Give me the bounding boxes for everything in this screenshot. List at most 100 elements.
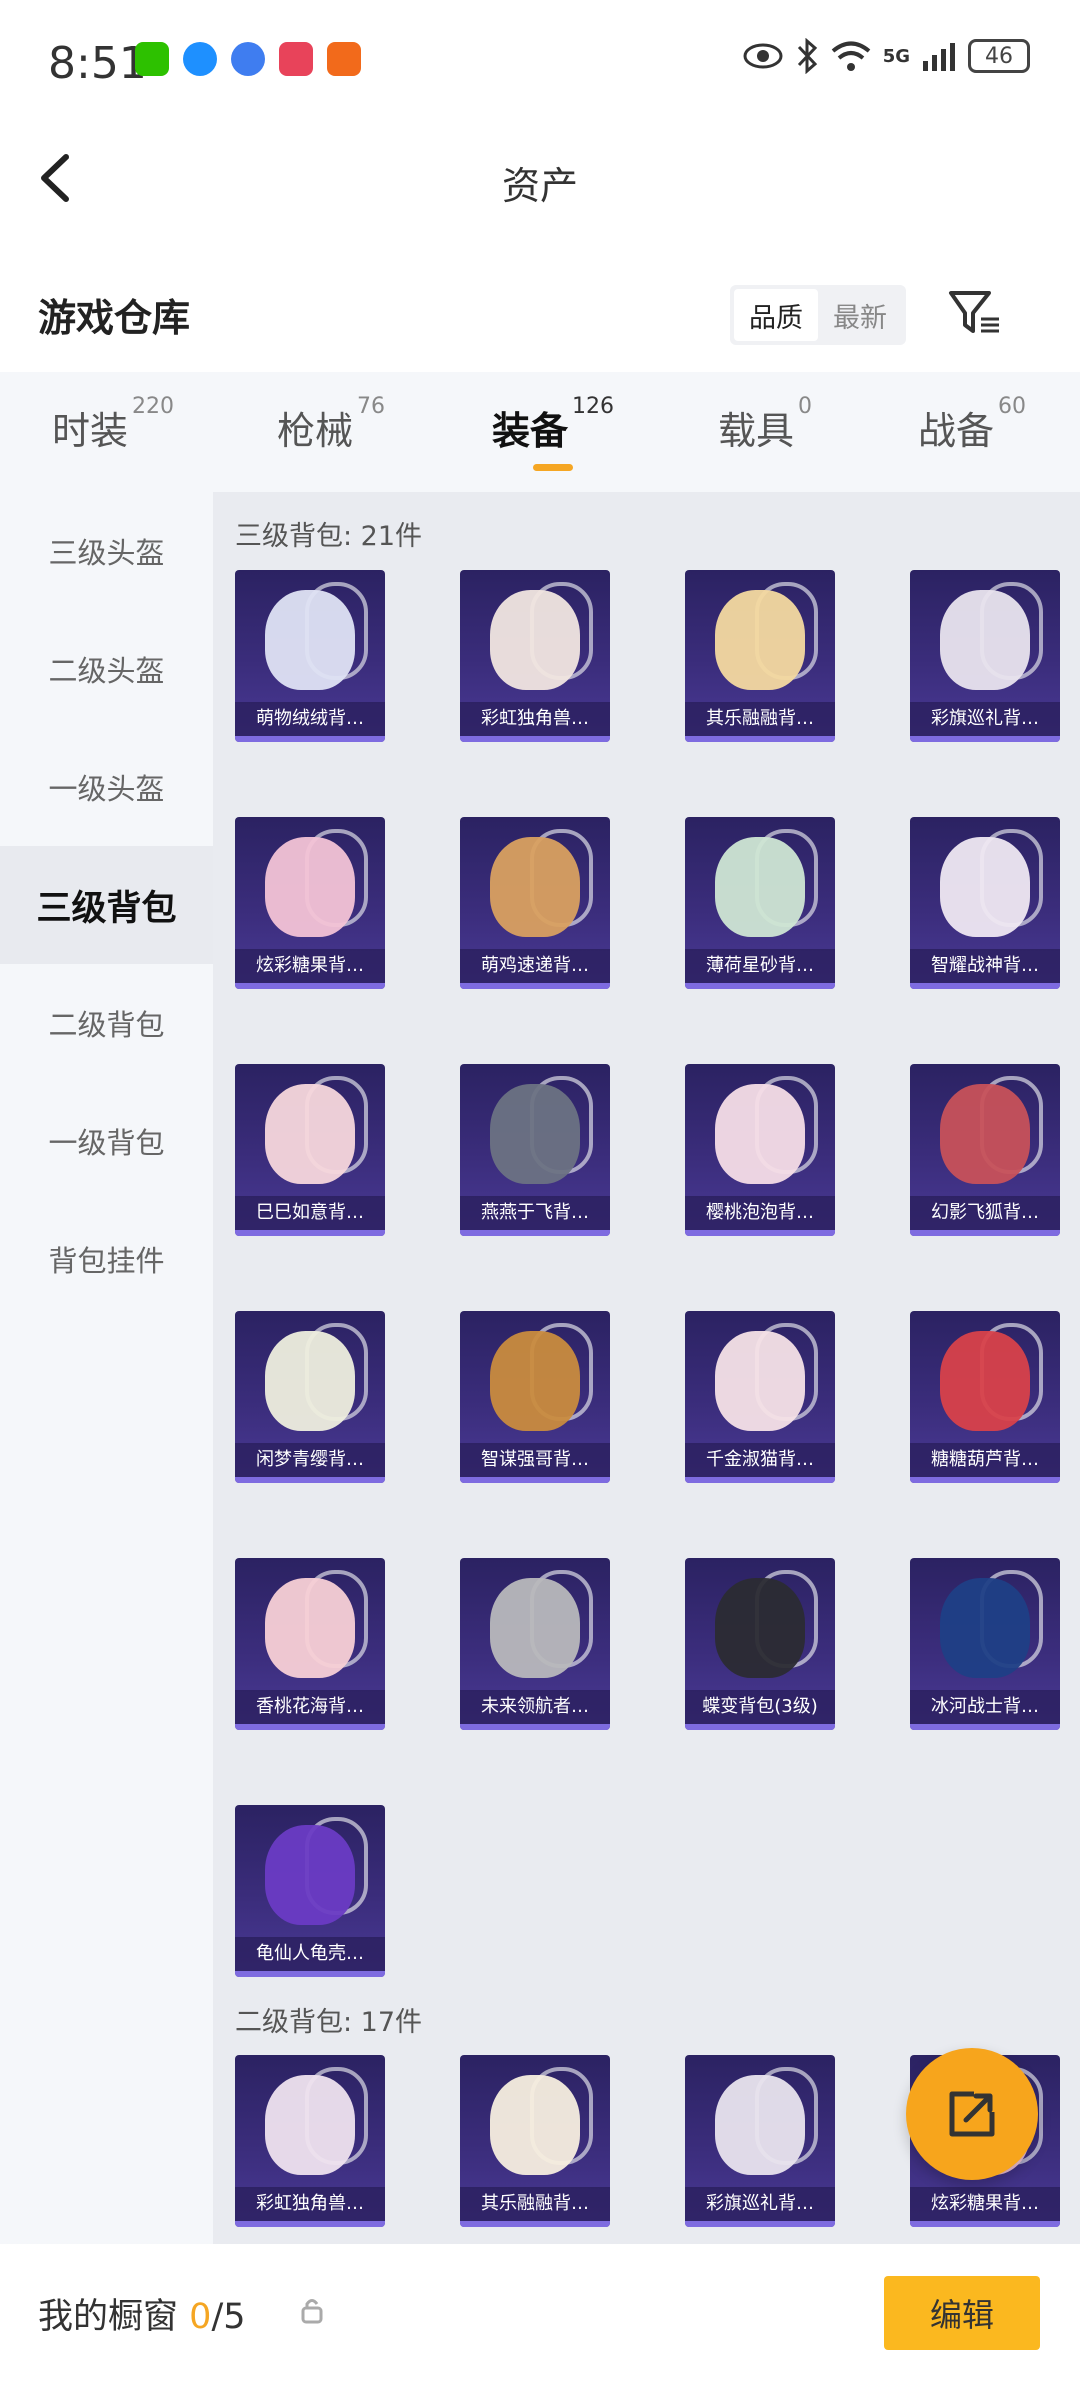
item-card[interactable]: 未来领航者…	[460, 1558, 610, 1730]
backpack-thumbnail	[265, 1825, 355, 1925]
browser-icon	[183, 42, 217, 76]
item-card[interactable]: 炫彩糖果背…	[235, 817, 385, 989]
rarity-bar	[910, 1230, 1060, 1236]
item-card[interactable]: 蝶变背包(3级)	[685, 1558, 835, 1730]
eye-icon	[743, 43, 783, 69]
battery-indicator: 46	[968, 39, 1030, 73]
group-label-backpack-2: 二级背包: 17件	[235, 2007, 423, 2038]
item-card[interactable]: 其乐融融背…	[460, 2055, 610, 2227]
signal-icon	[923, 43, 955, 71]
music-icon	[231, 42, 265, 76]
rarity-bar	[235, 2221, 385, 2227]
item-card[interactable]: 智谋强哥背…	[460, 1311, 610, 1483]
sidebar-item-helmet-1[interactable]: 一级头盔	[0, 728, 213, 846]
external-link-icon	[949, 2091, 995, 2137]
tab-equipment[interactable]: 装备126	[492, 394, 614, 455]
filter-button[interactable]	[945, 283, 1005, 343]
backpack-thumbnail	[265, 590, 355, 690]
item-card-name: 炫彩糖果背…	[910, 2187, 1060, 2221]
rarity-bar	[460, 1724, 610, 1730]
section-header: 游戏仓库 品质 最新	[0, 265, 1080, 365]
rarity-bar	[910, 983, 1060, 989]
tab-supplies[interactable]: 战备60	[918, 394, 1026, 455]
sidebar-item-backpack-3[interactable]: 三级背包	[0, 846, 213, 964]
backpack-thumbnail	[490, 1578, 580, 1678]
item-card[interactable]: 幻影飞狐背…	[910, 1064, 1060, 1236]
item-card-name: 冰河战士背…	[910, 1690, 1060, 1724]
rarity-bar	[910, 2221, 1060, 2227]
item-card[interactable]: 智耀战神背…	[910, 817, 1060, 989]
rarity-bar	[460, 1230, 610, 1236]
item-card[interactable]: 萌鸡速递背…	[460, 817, 610, 989]
tab-label: 时装	[52, 409, 129, 453]
page-title: 资产	[501, 164, 578, 208]
item-card[interactable]: 龟仙人龟壳…	[235, 1805, 385, 1977]
item-card[interactable]: 巳巳如意背…	[235, 1064, 385, 1236]
showcase-current-count: 0	[189, 2297, 212, 2337]
backpack-thumbnail	[490, 1084, 580, 1184]
rarity-bar	[460, 736, 610, 742]
tab-label: 战备	[918, 409, 995, 453]
item-card[interactable]: 香桃花海背…	[235, 1558, 385, 1730]
backpack-thumbnail	[715, 1084, 805, 1184]
item-card[interactable]: 闲梦青缨背…	[235, 1311, 385, 1483]
item-card-name: 炫彩糖果背…	[235, 949, 385, 983]
rarity-bar	[460, 1477, 610, 1483]
backpack-thumbnail	[265, 1084, 355, 1184]
item-card[interactable]: 彩旗巡礼背…	[910, 570, 1060, 742]
item-grid: 三级背包: 21件 二级背包: 17件 萌物绒绒背… 彩虹独角兽… 其乐融融背… 彩旗…	[213, 492, 1080, 2244]
rarity-bar	[460, 2221, 610, 2227]
backpack-thumbnail	[940, 590, 1030, 690]
tab-count: 60	[998, 394, 1027, 419]
sidebar-item-helmet-2[interactable]: 二级头盔	[0, 610, 213, 728]
rarity-bar	[685, 983, 835, 989]
backpack-thumbnail	[715, 590, 805, 690]
item-card-name: 彩旗巡礼背…	[910, 702, 1060, 736]
item-card[interactable]: 燕燕于飞背…	[460, 1064, 610, 1236]
video-app-icon	[327, 42, 361, 76]
item-card[interactable]: 彩虹独角兽…	[235, 2055, 385, 2227]
item-card[interactable]: 糖糖葫芦背…	[910, 1311, 1060, 1483]
network-label: 5G	[882, 45, 910, 67]
backpack-thumbnail	[715, 1331, 805, 1431]
item-card[interactable]: 彩虹独角兽…	[460, 570, 610, 742]
rarity-bar	[685, 2221, 835, 2227]
tab-label: 装备	[492, 409, 569, 453]
backpack-thumbnail	[490, 837, 580, 937]
item-card-name: 彩虹独角兽…	[235, 2187, 385, 2221]
backpack-thumbnail	[715, 837, 805, 937]
item-card[interactable]: 萌物绒绒背…	[235, 570, 385, 742]
item-card-name: 彩旗巡礼背…	[685, 2187, 835, 2221]
sort-toggle: 品质 最新	[730, 285, 906, 345]
backpack-thumbnail	[265, 1331, 355, 1431]
backpack-thumbnail	[265, 2075, 355, 2175]
item-card[interactable]: 千金淑猫背…	[685, 1311, 835, 1483]
rarity-bar	[235, 736, 385, 742]
showcase-bar: 我的橱窗 0/5 编辑	[0, 2244, 1080, 2381]
sidebar-item-backpack-charm[interactable]: 背包挂件	[0, 1200, 213, 1318]
item-card[interactable]: 薄荷星砂背…	[685, 817, 835, 989]
sort-quality-button[interactable]: 品质	[734, 289, 818, 341]
item-card-name: 其乐融融背…	[685, 702, 835, 736]
lock-icon	[301, 2299, 323, 2324]
item-card-name: 糖糖葫芦背…	[910, 1443, 1060, 1477]
sidebar-item-backpack-1[interactable]: 一级背包	[0, 1082, 213, 1200]
item-card[interactable]: 樱桃泡泡背…	[685, 1064, 835, 1236]
item-card[interactable]: 彩旗巡礼背…	[685, 2055, 835, 2227]
sidebar-item-helmet-3[interactable]: 三级头盔	[0, 492, 213, 610]
item-card-name: 樱桃泡泡背…	[685, 1196, 835, 1230]
tab-firearms[interactable]: 枪械76	[277, 394, 385, 455]
backpack-thumbnail	[265, 1578, 355, 1678]
edit-button[interactable]: 编辑	[884, 2276, 1040, 2350]
tab-fashion[interactable]: 时装220	[52, 394, 174, 455]
sort-newest-button[interactable]: 最新	[818, 289, 902, 341]
sidebar-item-backpack-2[interactable]: 二级背包	[0, 964, 213, 1082]
item-card[interactable]: 冰河战士背…	[910, 1558, 1060, 1730]
item-card[interactable]: 其乐融融背…	[685, 570, 835, 742]
status-bar: 8:51 5G 46	[0, 0, 1080, 125]
item-card-name: 其乐融融背…	[460, 2187, 610, 2221]
showcase-total: /5	[211, 2297, 246, 2337]
share-fab-button[interactable]	[906, 2048, 1038, 2180]
showcase-label: 我的橱窗 0/5	[38, 2288, 246, 2339]
tab-vehicles[interactable]: 载具0	[718, 394, 812, 455]
